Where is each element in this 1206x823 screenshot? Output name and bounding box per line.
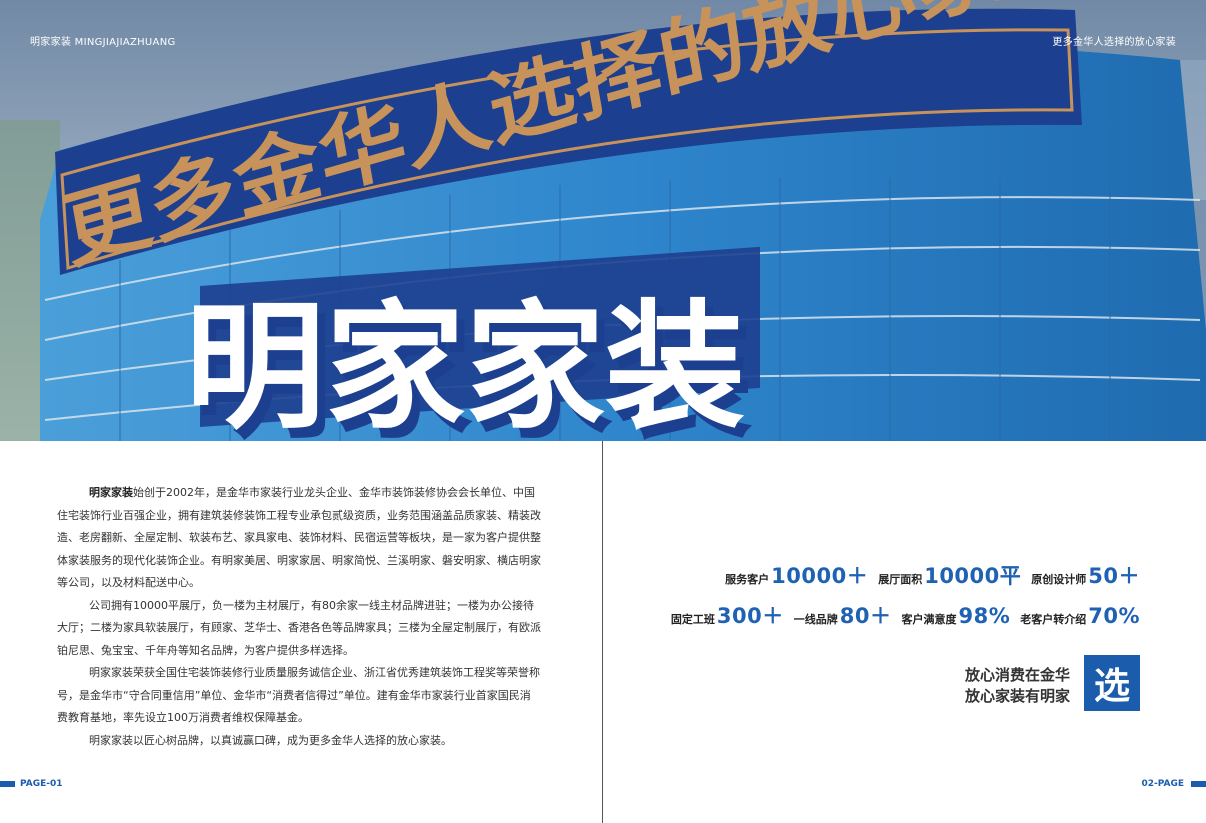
intro-p1-text: 始创于2002年，是金华市家装行业龙头企业、金华市装饰装修协会会长单位、中国住宅…	[57, 486, 541, 589]
stat-value: 10000＋	[771, 564, 869, 588]
stat-label: 服务客户	[725, 573, 770, 586]
page-marker-right	[1191, 781, 1206, 787]
stat-label: 原创设计师	[1031, 573, 1087, 586]
stat-label: 固定工班	[670, 613, 715, 626]
stat-label: 老客户转介绍	[1020, 613, 1087, 626]
stat-item: 固定工班 300＋	[671, 600, 784, 630]
stat-label: 一线品牌	[793, 613, 838, 626]
building-illustration: 更多金华人选择的放心家装 明家家装 明家家装	[0, 0, 1206, 441]
page-number-left: PAGE-01	[20, 779, 63, 789]
select-badge: 选	[1084, 655, 1140, 711]
stat-item: 一线品牌 80＋	[794, 600, 892, 630]
page-number-right: 02-PAGE	[1141, 779, 1184, 789]
stat-item: 老客户转介绍 70%	[1020, 604, 1140, 628]
stat-item: 客户满意度 98%	[901, 604, 1010, 628]
intro-paragraph-4: 明家家装以匠心树品牌，以真诚赢口碑，成为更多金华人选择的放心家装。	[89, 733, 452, 747]
stat-value: 98%	[958, 604, 1011, 628]
stat-label: 客户满意度	[901, 613, 957, 626]
intro-paragraph-2: 公司拥有10000平展厅，负一楼为主材展厅，有80余家一线主材品牌进驻；一楼为办…	[57, 598, 541, 657]
page-marker-left	[0, 781, 15, 787]
brand-text-front: 明家家装	[185, 287, 745, 441]
stats-row-1: 服务客户 10000＋ 展厅面积 10000平 原创设计师 50＋	[620, 560, 1140, 600]
intro-text: 明家家装始创于2002年，是金华市家装行业龙头企业、金华市装饰装修协会会长单位、…	[57, 482, 541, 752]
stat-value: 300＋	[716, 604, 784, 628]
intro-paragraph-3: 明家家装荣获全国住宅装饰装修行业质量服务诚信企业、浙江省优秀建筑装饰工程奖等荣誉…	[57, 666, 540, 724]
stat-item: 展厅面积 10000平	[878, 560, 1021, 590]
stat-value: 80＋	[839, 604, 892, 628]
header-brand: 明家家装 MINGJIAJIAZHUANG	[30, 37, 176, 48]
hero-image: 更多金华人选择的放心家装 明家家装 明家家装 明家家装 MINGJIAJIAZH…	[0, 0, 1206, 441]
intro-brand: 明家家装	[89, 486, 133, 499]
page-divider	[602, 441, 603, 823]
intro-paragraph-1: 明家家装始创于2002年，是金华市家装行业龙头企业、金华市装饰装修协会会长单位、…	[57, 482, 541, 595]
stat-value: 50＋	[1088, 564, 1140, 588]
stat-item: 服务客户 10000＋	[725, 560, 868, 590]
stat-value: 10000平	[924, 564, 1022, 588]
header-tagline: 更多金华人选择的放心家装	[1052, 37, 1176, 48]
stat-label: 展厅面积	[878, 573, 923, 586]
stat-value: 70%	[1088, 604, 1140, 628]
stat-item: 原创设计师 50＋	[1031, 560, 1140, 590]
slogan: 放心消费在金华 放心家装有明家	[965, 665, 1070, 707]
stats-row-2: 固定工班 300＋ 一线品牌 80＋ 客户满意度 98% 老客户转介绍 70%	[620, 600, 1140, 640]
slogan-line-1: 放心消费在金华	[964, 666, 1070, 684]
stats-panel: 服务客户 10000＋ 展厅面积 10000平 原创设计师 50＋ 固定工班 300＋ …	[620, 560, 1140, 640]
slogan-line-2: 放心家装有明家	[964, 687, 1070, 705]
